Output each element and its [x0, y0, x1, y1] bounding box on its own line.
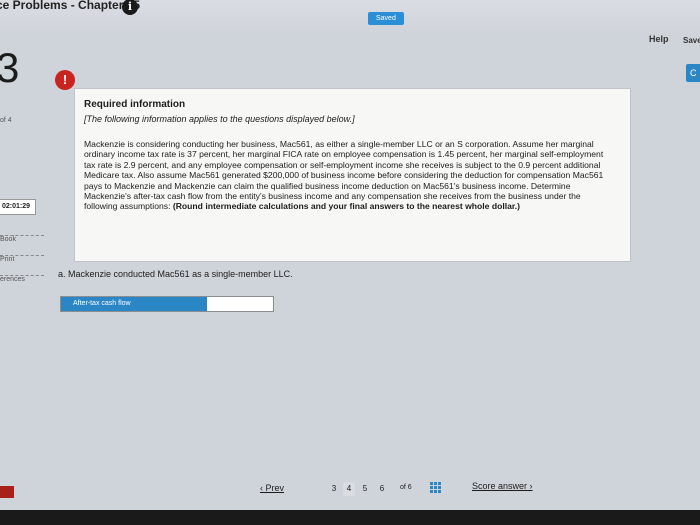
sidebar: of 4 02:01:29 Book Print erences: [0, 105, 48, 405]
prev-label: Prev: [265, 483, 285, 493]
bottom-bar: [0, 510, 700, 525]
card-body-rounding-note: (Round intermediate calculations and you…: [172, 201, 521, 212]
part-a-prompt: a. Mackenzie conducted Mac561 as a singl…: [58, 269, 293, 279]
after-tax-cash-flow-input[interactable]: [207, 297, 272, 311]
sidebar-item-print[interactable]: Print: [0, 255, 44, 263]
save-link[interactable]: Save: [683, 36, 700, 45]
page-4-button[interactable]: 4: [343, 482, 355, 496]
info-icon[interactable]: i: [122, 0, 138, 15]
grid-icon[interactable]: [430, 482, 441, 493]
score-answer-button[interactable]: Score answer ›: [472, 481, 533, 491]
right-edge-button[interactable]: C: [686, 64, 700, 82]
page-6-button[interactable]: 6: [376, 482, 388, 496]
help-link[interactable]: Help: [649, 34, 669, 44]
page-title: ce Problems - Chapter 15: [0, 0, 141, 12]
after-tax-cash-flow-label: After-tax cash flow: [61, 297, 207, 311]
question-progress: of 4: [0, 117, 12, 124]
saved-status-badge: Saved: [368, 12, 404, 25]
sidebar-item-book[interactable]: Book: [0, 235, 44, 243]
timer: 02:01:29: [0, 199, 36, 215]
after-tax-cash-flow-row: After-tax cash flow: [60, 296, 274, 312]
card-body: Mackenzie is considering conducting her …: [84, 139, 612, 212]
page-3-button[interactable]: 3: [328, 482, 340, 496]
card-title: Required information: [84, 99, 186, 110]
prev-button[interactable]: ‹ Prev: [260, 483, 284, 493]
sidebar-item-references[interactable]: erences: [0, 275, 44, 283]
top-bar: ce Problems - Chapter 15 i Saved: [0, 0, 700, 36]
pagination: ‹ Prev 3 4 5 6 of 6 Score answer ›: [250, 479, 550, 499]
page-count: of 6: [400, 484, 412, 491]
red-corner-button[interactable]: [0, 486, 14, 498]
required-information-card: Required information [The following info…: [74, 88, 631, 262]
card-subtitle: [The following information applies to th…: [84, 114, 355, 124]
alert-icon: !: [55, 70, 75, 90]
question-number: 3: [0, 44, 20, 91]
page-5-button[interactable]: 5: [359, 482, 371, 496]
score-answer-label: Score answer: [472, 481, 528, 491]
